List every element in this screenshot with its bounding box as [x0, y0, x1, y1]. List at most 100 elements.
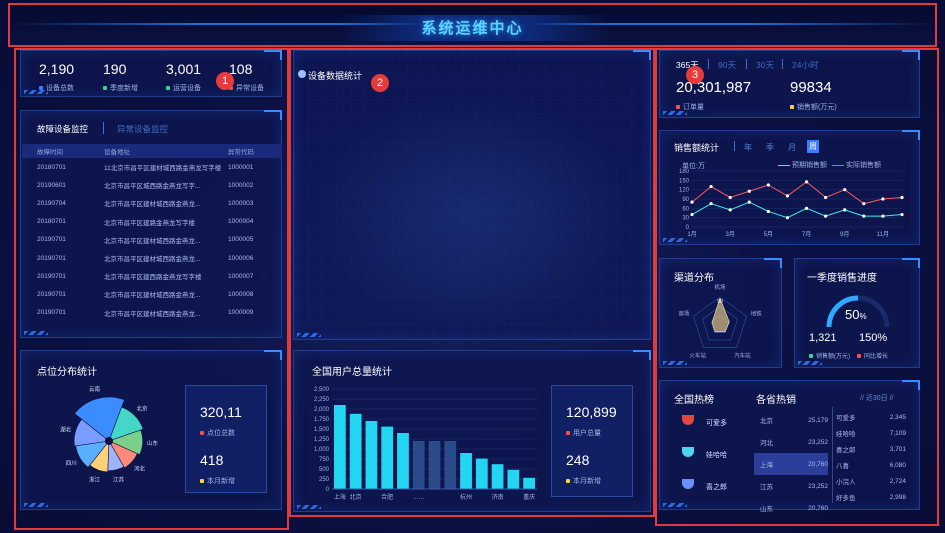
tab-month[interactable]: 月: [788, 142, 796, 153]
table-cell: 20190701: [37, 236, 66, 244]
data-point[interactable]: [862, 214, 866, 218]
data-point[interactable]: [881, 214, 885, 218]
bar-chart: 0 250 500 750 1,000 1,250 1,500 1,750 2,000 2,250…: [314, 387, 537, 501]
list-item[interactable]: 喜之郎 3,701: [836, 441, 906, 457]
table-row[interactable]: 20190701 北京市昌平区建材城西路金燕龙... 1000005: [22, 231, 282, 249]
list-item[interactable]: 河北 23,252: [754, 431, 828, 453]
data-point[interactable]: [690, 200, 694, 204]
y-tick-label: 150: [679, 178, 690, 184]
tab-year[interactable]: 年: [744, 142, 752, 153]
data-point[interactable]: [862, 202, 866, 206]
y-tick-label: 0: [326, 487, 330, 493]
table-row[interactable]: 20190701 北京市昌平区建材城西路金燕龙... 1000006: [22, 249, 282, 267]
table-row[interactable]: 20180701 北京市昌平区建路金燕龙写字楼 1000004: [22, 213, 282, 231]
data-point[interactable]: [747, 200, 751, 204]
item-name: 喜之郎: [836, 447, 856, 454]
table-cell: 20180701: [37, 218, 66, 226]
data-point[interactable]: [824, 214, 828, 218]
tab-divider: [746, 59, 747, 69]
province-name: 河北: [760, 440, 773, 447]
item-name: 娃哈哈: [836, 431, 856, 438]
list-item[interactable]: 江苏 23,252: [754, 475, 828, 497]
data-point[interactable]: [785, 194, 790, 198]
data-point[interactable]: [900, 212, 904, 217]
table-row[interactable]: 20190601 北京市昌平区城西路金燕龙写字... 1000002: [22, 176, 282, 194]
slice-label: 北京: [137, 405, 149, 413]
radar-value: 90: [717, 299, 723, 305]
data-point[interactable]: [747, 189, 751, 193]
x-tick-label: ……: [413, 495, 425, 501]
bar[interactable]: [460, 453, 472, 489]
channel-panel: 渠道分布 机场 地铁 汽车站 火车站 商场 90: [659, 258, 782, 368]
table-cell: 20190701: [37, 309, 66, 317]
tab-24h[interactable]: 24小时: [792, 59, 818, 71]
bar[interactable]: [365, 421, 378, 489]
slice-label: 江苏: [113, 476, 125, 484]
data-point[interactable]: [690, 212, 694, 217]
tab-quarter[interactable]: 季: [766, 142, 774, 153]
users-new: 248: [566, 452, 590, 468]
table-cell: 1000001: [228, 163, 254, 171]
bar[interactable]: [491, 464, 504, 489]
radar-chart: 机场地铁汽车站 火车站 商场 90: [678, 283, 762, 360]
tab-30[interactable]: 30天: [756, 59, 774, 71]
list-item[interactable]: 北京 25,179: [754, 409, 828, 431]
tab-abnormal[interactable]: 异常设备监控: [117, 123, 168, 135]
data-point[interactable]: [785, 216, 790, 220]
tab-divider: [103, 122, 104, 134]
table-row[interactable]: 20190704 北京市昌平区建材城西路金燕龙... 1000003: [22, 194, 282, 212]
quarter-sales: 1,321: [809, 332, 837, 344]
province-name: 北京: [760, 418, 773, 425]
column-header: 故障时间: [22, 144, 104, 158]
data-point[interactable]: [843, 208, 847, 212]
tab-week[interactable]: 周: [807, 140, 819, 153]
table-cell: 北京市昌平区建材城西路金燕龙...: [104, 237, 201, 245]
slice-label: 云南: [89, 385, 101, 393]
data-point[interactable]: [804, 206, 809, 210]
data-point[interactable]: [900, 195, 904, 200]
x-tick-label: 北京: [350, 493, 362, 501]
bar[interactable]: [381, 426, 394, 489]
table-row[interactable]: 20190701 北京市昌平区建材城西路金燕龙... 1000008: [22, 285, 282, 303]
bar[interactable]: [397, 433, 409, 489]
data-point[interactable]: [824, 195, 828, 200]
bar[interactable]: [334, 405, 346, 489]
table-cell: 1000006: [228, 254, 254, 262]
table-cell: 20180701: [37, 163, 66, 171]
bar[interactable]: [428, 441, 441, 489]
list-item[interactable]: 八喜 6,080: [836, 457, 906, 473]
bar[interactable]: [475, 458, 488, 489]
world-map-glow: [314, 91, 632, 331]
table-row[interactable]: 20190701 北京市昌平区建西路金燕龙写字楼 1000007: [22, 267, 282, 285]
data-point[interactable]: [766, 209, 770, 214]
table-header: 故障时间 设备地址 异常代码: [22, 144, 282, 158]
data-point[interactable]: [709, 202, 713, 206]
data-point[interactable]: [728, 195, 732, 200]
bar[interactable]: [523, 477, 535, 489]
data-point[interactable]: [766, 183, 770, 187]
data-point[interactable]: [843, 188, 847, 192]
bar[interactable]: [444, 441, 457, 489]
list-item[interactable]: 小浣人 2,724: [836, 473, 906, 489]
table-row[interactable]: 20190701 北京市昌平区建材城西路金燕龙... 1000009: [22, 304, 282, 322]
item-name: 好多鱼: [836, 495, 856, 502]
x-tick-label: 9月: [840, 231, 849, 238]
list-item[interactable]: 娃哈哈 7,109: [836, 425, 906, 441]
tab-90[interactable]: 90天: [718, 59, 736, 71]
table-row[interactable]: 20180701 11北京市昌平区建材城西路金燕龙写字楼 1000001: [22, 158, 282, 176]
data-point[interactable]: [728, 208, 732, 212]
list-item[interactable]: 可爱多 2,345: [836, 409, 906, 425]
bar[interactable]: [349, 413, 362, 489]
bar[interactable]: [507, 469, 520, 489]
bar[interactable]: [412, 441, 425, 489]
x-tick-label: 上海: [334, 493, 346, 501]
list-item[interactable]: 山东 20,760: [754, 497, 828, 519]
list-item[interactable]: 上海 20,760: [754, 453, 828, 475]
stat-label: 运营设备: [166, 83, 201, 93]
data-point[interactable]: [804, 180, 809, 184]
data-point[interactable]: [709, 184, 713, 189]
data-point[interactable]: [881, 197, 885, 201]
list-item[interactable]: 好多鱼 2,998: [836, 489, 906, 505]
table-cell: 北京市昌平区建西路金燕龙写字楼: [104, 274, 202, 282]
tab-fault[interactable]: 故障设备监控: [37, 123, 88, 135]
